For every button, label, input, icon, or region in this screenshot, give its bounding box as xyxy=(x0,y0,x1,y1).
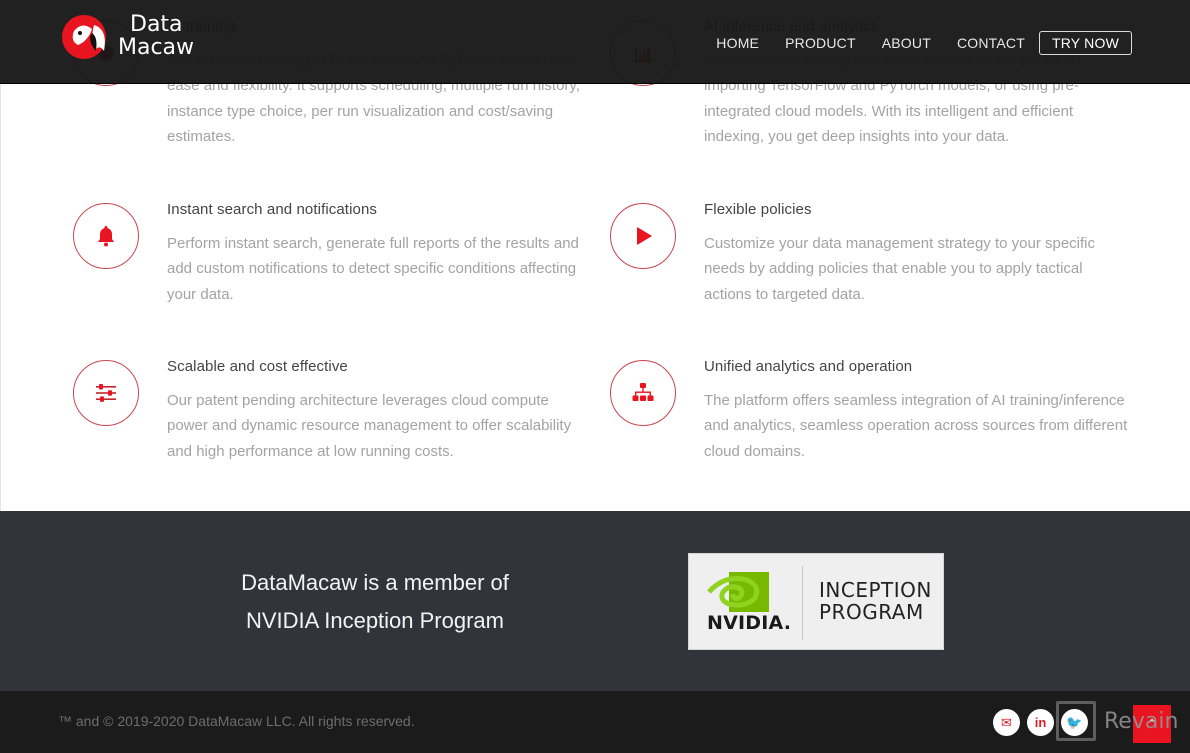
feature-title: Scalable and cost effective xyxy=(167,358,348,375)
inception-line-2: NVIDIA Inception Program xyxy=(245,608,504,633)
copyright-text: ™ and © 2019-2020 DataMacaw LLC. All rig… xyxy=(58,713,415,729)
revain-watermark: Revain xyxy=(1104,709,1179,734)
revain-logo-icon xyxy=(1056,701,1096,741)
feature-description: Customize your data management strategy … xyxy=(704,235,1096,303)
site-header: Data Macaw HOME PRODUCT ABOUT CONTACT TR… xyxy=(0,0,1190,84)
feature-title: Instant search and notifications xyxy=(167,201,377,218)
badge-divider xyxy=(802,566,803,640)
nav-contact[interactable]: CONTACT xyxy=(957,35,1025,51)
bell-icon xyxy=(98,226,114,247)
inception-line-1: DataMacaw is a member of xyxy=(241,570,509,595)
linkedin-icon[interactable]: in xyxy=(1027,709,1054,736)
play-icon xyxy=(637,227,652,245)
sliders-icon xyxy=(96,384,116,402)
inception-program-label: INCEPTION PROGRAM xyxy=(819,579,932,623)
nav-home[interactable]: HOME xyxy=(716,35,759,51)
feature-title: Flexible policies xyxy=(704,201,812,218)
feature-icon-circle xyxy=(610,360,676,426)
nav-about[interactable]: ABOUT xyxy=(882,35,931,51)
feature-icon-circle xyxy=(73,203,139,269)
logo-line-2: Macaw xyxy=(118,35,195,60)
feature-title: Unified analytics and operation xyxy=(704,358,913,375)
logo-text: Data Macaw xyxy=(118,13,194,59)
feature-icon-circle xyxy=(610,203,676,269)
nvidia-wordmark: NVIDIA. xyxy=(707,612,792,634)
feature-description: The platform offers seamless integration… xyxy=(704,392,1128,460)
site-footer: ™ and © 2019-2020 DataMacaw LLC. All rig… xyxy=(0,691,1190,753)
badge-line-1: INCEPTION xyxy=(819,578,932,602)
inception-statement: DataMacaw is a member of NVIDIA Inceptio… xyxy=(175,564,575,640)
feature-description: Perform instant search, generate full re… xyxy=(167,235,579,303)
nav-product[interactable]: PRODUCT xyxy=(785,35,856,51)
feature-icon-circle xyxy=(73,360,139,426)
badge-line-2: PROGRAM xyxy=(819,600,924,624)
nvidia-eye-icon xyxy=(707,572,769,612)
logo[interactable]: Data Macaw xyxy=(60,11,205,63)
macaw-logo-icon xyxy=(62,15,106,59)
sitemap-icon xyxy=(632,383,654,401)
email-icon[interactable]: ✉ xyxy=(993,709,1020,736)
nvidia-inception-section: DataMacaw is a member of NVIDIA Inceptio… xyxy=(0,511,1190,691)
try-now-button[interactable]: TRY NOW xyxy=(1039,31,1132,55)
feature-description: Our patent pending architecture leverage… xyxy=(167,392,572,460)
main-nav: HOME PRODUCT ABOUT CONTACT TRY NOW xyxy=(716,31,1132,55)
nvidia-inception-badge[interactable]: NVIDIA. INCEPTION PROGRAM xyxy=(688,553,944,650)
logo-line-1: Data xyxy=(130,12,183,37)
